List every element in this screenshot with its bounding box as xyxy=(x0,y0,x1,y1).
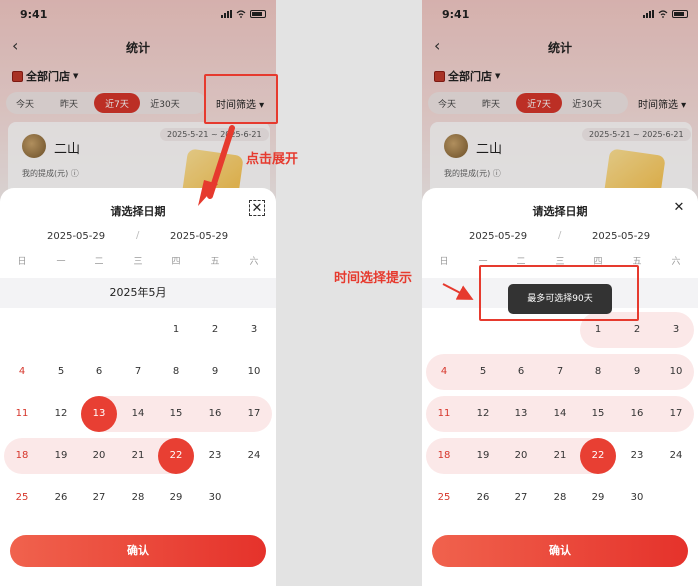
arrow-head xyxy=(198,180,218,206)
annotation-tip-label: 时间选择提示 xyxy=(334,271,413,286)
comparison-stage: 9:41 ‹ 统计 全部门店 ▼ 今天 昨天 近7天 近30天 时间筛选 ▾ 二… xyxy=(0,0,698,586)
annotation-box-toast xyxy=(479,265,639,321)
arrow-to-toast xyxy=(442,283,474,300)
annotation-box-time-filter xyxy=(204,74,278,124)
annotation-expand-label: 点击展开 xyxy=(246,152,299,167)
